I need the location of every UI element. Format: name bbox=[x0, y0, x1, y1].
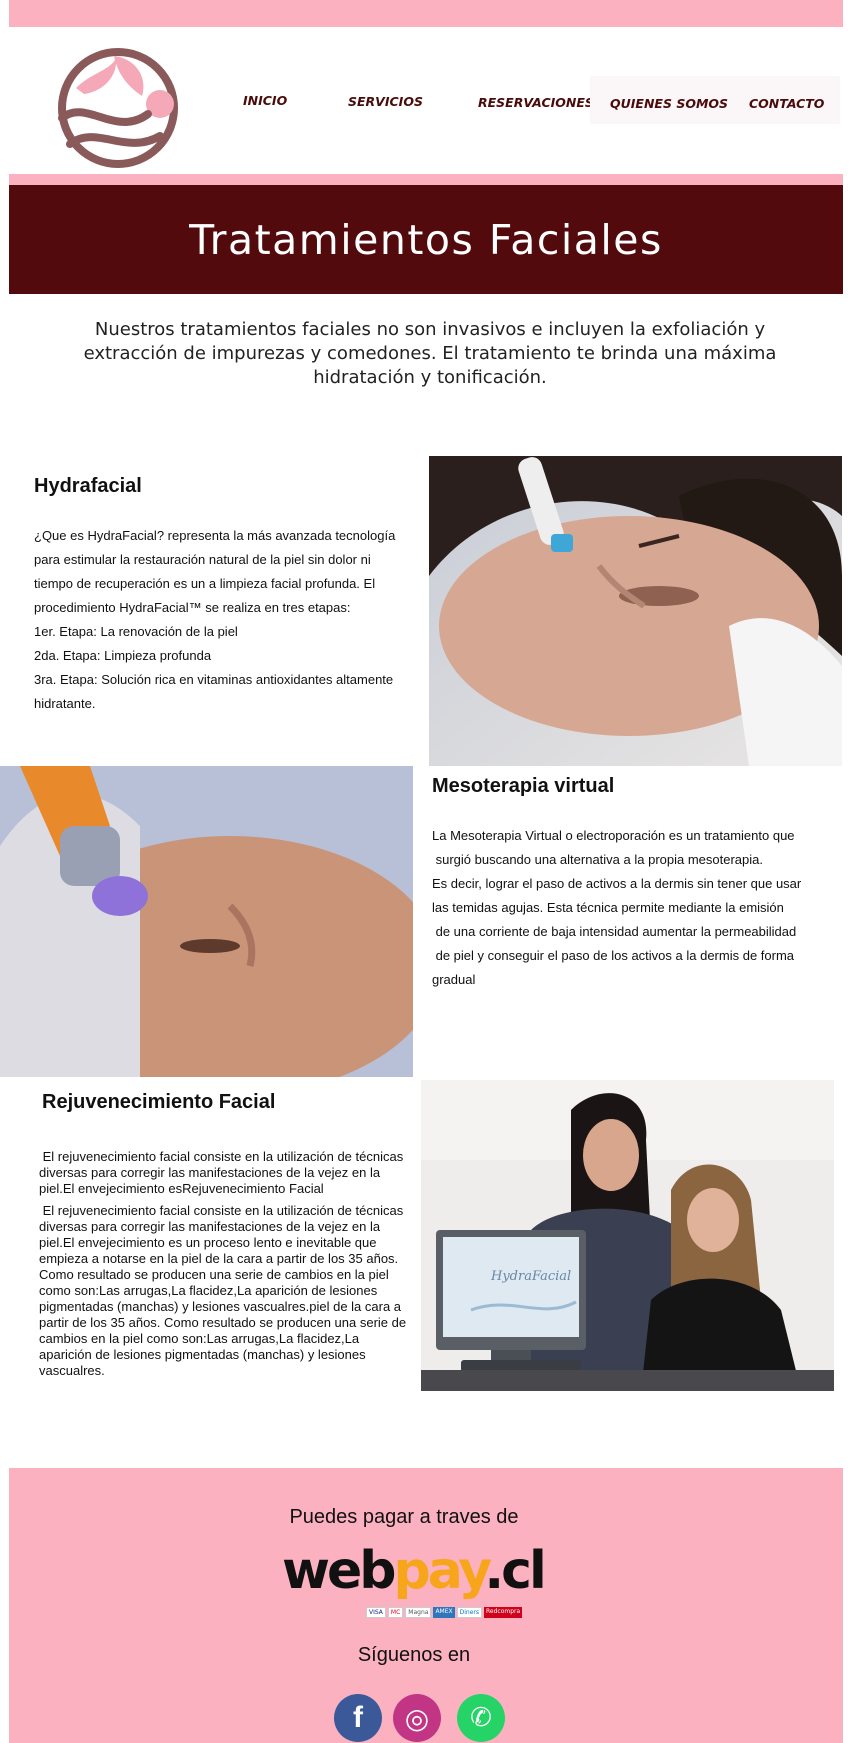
hydrafacial-treatment-photo bbox=[429, 456, 842, 766]
mesoterapia-line-7: gradual bbox=[432, 972, 476, 987]
card-amex: AMEX bbox=[433, 1607, 455, 1618]
hydrafacial-step-1: 1er. Etapa: La renovación de la piel bbox=[34, 624, 238, 639]
page-title: Tratamientos Faciales bbox=[189, 215, 663, 264]
hydrafacial-step-2: 2da. Etapa: Limpieza profunda bbox=[34, 648, 212, 663]
rejuvenecimiento-team-photo: HydraFacial bbox=[421, 1080, 834, 1391]
hydrafacial-text: ¿Que es HydraFacial? representa la más a… bbox=[34, 524, 402, 716]
hydrafacial-title: Hydrafacial bbox=[34, 475, 142, 497]
nav-contacto[interactable]: CONTACTO bbox=[749, 96, 824, 111]
rejuvenecimiento-text: El rejuvenecimiento facial consiste en l… bbox=[39, 1149, 407, 1379]
rejuvenecimiento-paragraph-2: El rejuvenecimiento facial consiste en l… bbox=[39, 1203, 410, 1378]
facebook-icon[interactable]: f bbox=[334, 1694, 382, 1742]
nav-quienes-somos[interactable]: QUIENES SOMOS bbox=[610, 96, 728, 111]
mesoterapia-text: La Mesoterapia Virtual o electroporación… bbox=[432, 824, 842, 992]
card-diners: Diners bbox=[456, 1607, 482, 1618]
webpay-logo-cl: .cl bbox=[484, 1541, 546, 1601]
webpay-logo-web: web bbox=[282, 1541, 397, 1601]
pink-divider bbox=[9, 174, 843, 185]
intro-text: Nuestros tratamientos faciales no son in… bbox=[83, 319, 777, 388]
mesoterapia-line-2: surgió buscando una alternativa a la pro… bbox=[432, 852, 763, 867]
mesoterapia-line-6: de piel y conseguir el paso de los activ… bbox=[432, 948, 795, 963]
hydrafacial-paragraph: ¿Que es HydraFacial? representa la más a… bbox=[34, 528, 396, 615]
mesoterapia-line-5: de una corriente de baja intensidad aume… bbox=[432, 924, 797, 939]
webpay-logo[interactable]: webpay.cl bbox=[282, 1541, 547, 1601]
mesoterapia-line-3: Es decir, lograr el paso de activos a la… bbox=[432, 876, 802, 891]
instagram-icon[interactable]: ◎ bbox=[393, 1694, 441, 1742]
webpay-logo-pay: pay bbox=[393, 1541, 488, 1601]
mesoterapia-treatment-photo bbox=[0, 766, 413, 1077]
follow-title: Síguenos en bbox=[357, 1644, 471, 1666]
card-redcompra: Redcompra bbox=[484, 1607, 523, 1618]
title-banner: Tratamientos Faciales bbox=[9, 185, 843, 294]
card-visa: VISA bbox=[366, 1607, 386, 1618]
rejuvenecimiento-title: Rejuvenecimiento Facial bbox=[42, 1091, 276, 1113]
mesoterapia-line-1: La Mesoterapia Virtual o electroporación… bbox=[432, 828, 795, 843]
mesoterapia-line-4: las temidas agujas. Esta técnica permite… bbox=[432, 900, 784, 915]
logo[interactable] bbox=[56, 48, 180, 168]
card-mastercard: MC bbox=[387, 1607, 404, 1618]
pay-title: Puedes pagar a traves de bbox=[289, 1506, 519, 1528]
card-magna: Magna bbox=[405, 1607, 432, 1618]
mesoterapia-title: Mesoterapia virtual bbox=[432, 775, 615, 797]
monitor-brand-text: HydraFacial bbox=[490, 1269, 571, 1284]
top-pink-bar bbox=[9, 0, 843, 27]
rejuvenecimiento-paragraph-1: El rejuvenecimiento facial consiste en l… bbox=[39, 1149, 407, 1196]
hydrafacial-step-3: 3ra. Etapa: Solución rica en vitaminas a… bbox=[34, 672, 394, 711]
payment-card-logos: VISA MC Magna AMEX Diners Redcompra bbox=[366, 1607, 523, 1618]
nav-servicios[interactable]: SERVICIOS bbox=[348, 94, 423, 109]
nav-inicio[interactable]: INICIO bbox=[243, 93, 287, 108]
nav-reservaciones[interactable]: RESERVACIONES bbox=[478, 95, 594, 110]
whatsapp-icon[interactable]: ✆ bbox=[457, 1694, 505, 1742]
